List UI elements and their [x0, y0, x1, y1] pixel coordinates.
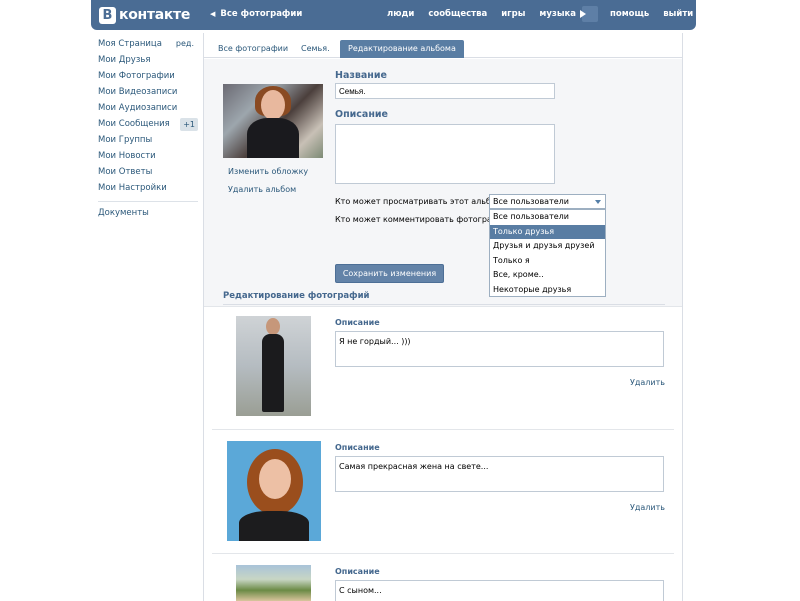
option-friends-only[interactable]: Только друзья	[490, 224, 605, 239]
row-divider	[212, 429, 674, 430]
album-name-input[interactable]	[335, 83, 555, 99]
sidebar-item-label: Документы	[98, 208, 149, 218]
back-arrow-icon: ◀	[210, 10, 216, 18]
tab-all-photos[interactable]: Все фотографии	[210, 40, 296, 58]
view-permission-dropdown: Все пользователи Только друзья Друзья и …	[489, 209, 606, 297]
photo-description-label: Описание	[335, 567, 380, 576]
album-cover-image	[223, 84, 323, 158]
album-edit-panel: Изменить обложку Удалить альбом Название…	[204, 59, 682, 307]
section-divider	[223, 304, 665, 305]
sidebar-item-label: Мои Ответы	[98, 167, 153, 177]
sidebar-item-messages[interactable]: Мои Сообщения +1	[98, 116, 198, 132]
change-cover-link[interactable]: Изменить обложку	[228, 167, 308, 176]
sidebar-item-label: Мои Группы	[98, 135, 153, 145]
sidebar-item-news[interactable]: Мои Новости	[98, 148, 198, 164]
sidebar-item-documents[interactable]: Документы	[98, 205, 198, 221]
sidebar-item-videos[interactable]: Мои Видеозаписи	[98, 84, 198, 100]
messages-count-badge: +1	[180, 118, 198, 131]
row-divider	[212, 553, 674, 554]
nav-help[interactable]: помощь	[610, 9, 649, 22]
sidebar-item-label: Мои Аудиозаписи	[98, 103, 178, 113]
option-friends-of-friends[interactable]: Друзья и друзья друзей	[490, 239, 605, 254]
option-all-users[interactable]: Все пользователи	[490, 210, 605, 225]
nav-communities[interactable]: сообщества	[428, 9, 487, 22]
sidebar-item-label: Мои Видеозаписи	[98, 87, 178, 97]
tab-family-album[interactable]: Семья.	[293, 40, 338, 58]
nav-logout[interactable]: выйти	[663, 9, 693, 22]
back-to-all-photos-link[interactable]: ◀ Все фотографии	[210, 9, 302, 19]
photo-thumbnail[interactable]	[227, 441, 321, 541]
photo-description-input[interactable]: С сыном...	[335, 580, 664, 601]
view-permission-label: Кто может просматривать этот альбом?	[335, 197, 507, 206]
tab-edit-album[interactable]: Редактирование альбома	[340, 40, 464, 58]
chevron-down-icon	[595, 200, 601, 204]
option-some-friends[interactable]: Некоторые друзья	[490, 283, 605, 298]
photo-thumbnail[interactable]	[236, 316, 311, 416]
logo-letter: В	[99, 6, 116, 24]
nav-music[interactable]: музыка	[539, 9, 576, 22]
edit-photos-title: Редактирование фотографий	[223, 291, 370, 301]
sidebar-item-my-page[interactable]: Моя Страница ред.	[98, 36, 198, 52]
album-description-label: Описание	[335, 109, 389, 120]
sidebar-edit-link[interactable]: ред.	[176, 36, 194, 52]
sidebar-item-groups[interactable]: Мои Группы	[98, 132, 198, 148]
top-header: В контакте ◀ Все фотографии люди сообщес…	[91, 0, 696, 30]
sidebar-item-label: Мои Настройки	[98, 183, 167, 193]
photo-description-input[interactable]: Я не гордый... )))	[335, 331, 664, 367]
delete-photo-link[interactable]: Удалить	[630, 503, 665, 512]
album-description-input[interactable]	[335, 124, 555, 184]
top-nav: люди сообщества игры музыка помощь выйти	[387, 6, 707, 22]
nav-people[interactable]: люди	[387, 9, 414, 22]
sidebar-item-settings[interactable]: Мои Настройки	[98, 180, 198, 196]
sidebar-item-answers[interactable]: Мои Ответы	[98, 164, 198, 180]
logo-text: контакте	[119, 7, 191, 23]
sidebar-item-label: Моя Страница	[98, 39, 162, 49]
photo-description-label: Описание	[335, 318, 380, 327]
album-name-label: Название	[335, 70, 387, 81]
main-content: Все фотографии Семья. Редактирование аль…	[203, 33, 683, 601]
play-icon[interactable]	[580, 6, 599, 22]
photo-description-input[interactable]: Самая прекрасная жена на свете...	[335, 456, 664, 492]
sidebar-item-label: Мои Сообщения	[98, 119, 170, 129]
select-value: Все пользователи	[493, 197, 569, 206]
option-all-except[interactable]: Все, кроме..	[490, 268, 605, 283]
sidebar-item-photos[interactable]: Мои Фотографии	[98, 68, 198, 84]
nav-games[interactable]: игры	[501, 9, 525, 22]
vk-logo[interactable]: В контакте	[99, 6, 190, 24]
delete-album-link[interactable]: Удалить альбом	[228, 185, 296, 194]
comment-permission-label: Кто может комментировать фотографии?	[335, 215, 514, 224]
photo-description-label: Описание	[335, 443, 380, 452]
delete-photo-link[interactable]: Удалить	[630, 378, 665, 387]
sidebar-item-audio[interactable]: Мои Аудиозаписи	[98, 100, 198, 116]
sidebar-item-label: Мои Новости	[98, 151, 156, 161]
sidebar-item-label: Мои Фотографии	[98, 71, 175, 81]
sidebar-item-label: Мои Друзья	[98, 55, 151, 65]
left-sidebar: Моя Страница ред. Мои Друзья Мои Фотогра…	[98, 36, 198, 221]
sidebar-divider	[98, 201, 198, 202]
back-link-label: Все фотографии	[220, 9, 303, 19]
sidebar-item-friends[interactable]: Мои Друзья	[98, 52, 198, 68]
tab-bar: Все фотографии Семья. Редактирование аль…	[204, 33, 682, 58]
save-changes-button[interactable]: Сохранить изменения	[335, 264, 444, 283]
view-permission-select[interactable]: Все пользователи	[489, 194, 606, 209]
option-only-me[interactable]: Только я	[490, 254, 605, 269]
photo-thumbnail[interactable]	[236, 565, 311, 601]
